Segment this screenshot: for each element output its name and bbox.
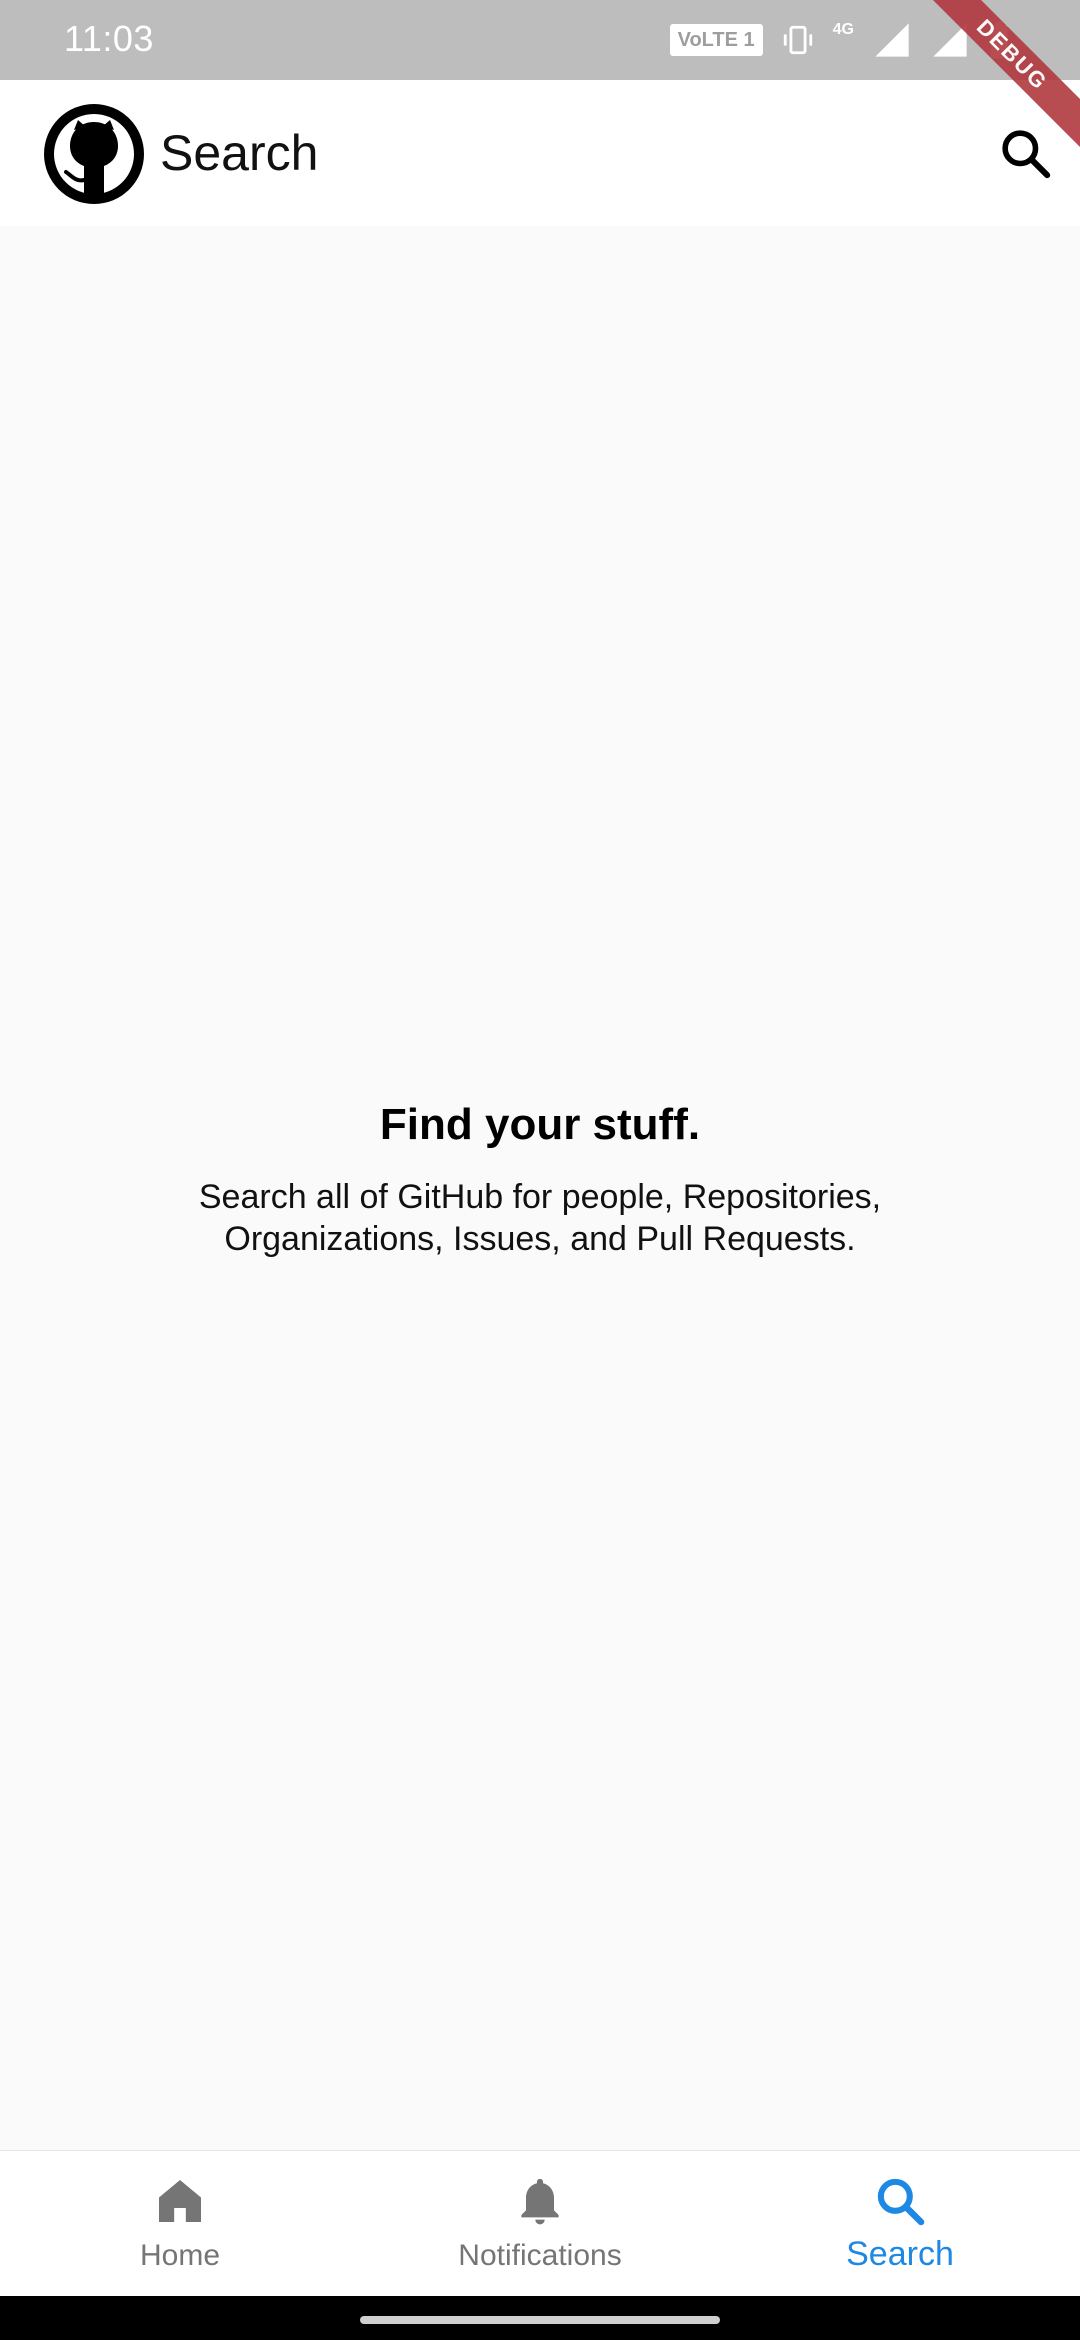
- home-icon: [159, 2180, 201, 2222]
- page-title: Search: [160, 125, 319, 181]
- nav-item-home[interactable]: Home: [0, 2151, 360, 2297]
- nav-item-search[interactable]: Search: [720, 2151, 1080, 2297]
- network-type: 4G: [832, 21, 854, 38]
- github-logo-icon[interactable]: [40, 100, 148, 208]
- status-time: 11:03: [64, 18, 154, 59]
- nav-item-search-label: Search: [846, 2235, 954, 2273]
- bell-icon: [521, 2178, 559, 2225]
- app-bar: Search: [0, 80, 1080, 226]
- empty-state: Find your stuff. Search all of GitHub fo…: [0, 1100, 1080, 1260]
- home-indicator[interactable]: [360, 2316, 720, 2324]
- system-navigation-bar: [0, 2296, 1080, 2340]
- signal-icon: [875, 23, 909, 57]
- nav-item-home-label: Home: [139, 2239, 221, 2272]
- debug-banner-label: DEBUG: [920, 0, 1080, 152]
- search-icon: [877, 2178, 925, 2226]
- nav-item-notifications[interactable]: Notifications: [360, 2151, 720, 2297]
- status-bar: 11:03 VoLTE 1 4G: [0, 0, 1080, 80]
- volte-badge: VoLTE 1: [669, 24, 763, 56]
- debug-banner: DEBUG: [920, 0, 1080, 160]
- nav-item-notifications-label: Notifications: [458, 2239, 622, 2272]
- empty-state-title: Find your stuff.: [379, 1100, 701, 1149]
- bottom-navigation: Home Notifications Search: [0, 2150, 1080, 2297]
- empty-state-description: Search all of GitHub for people, Reposit…: [198, 1178, 882, 1258]
- vibrate-icon: [783, 25, 812, 55]
